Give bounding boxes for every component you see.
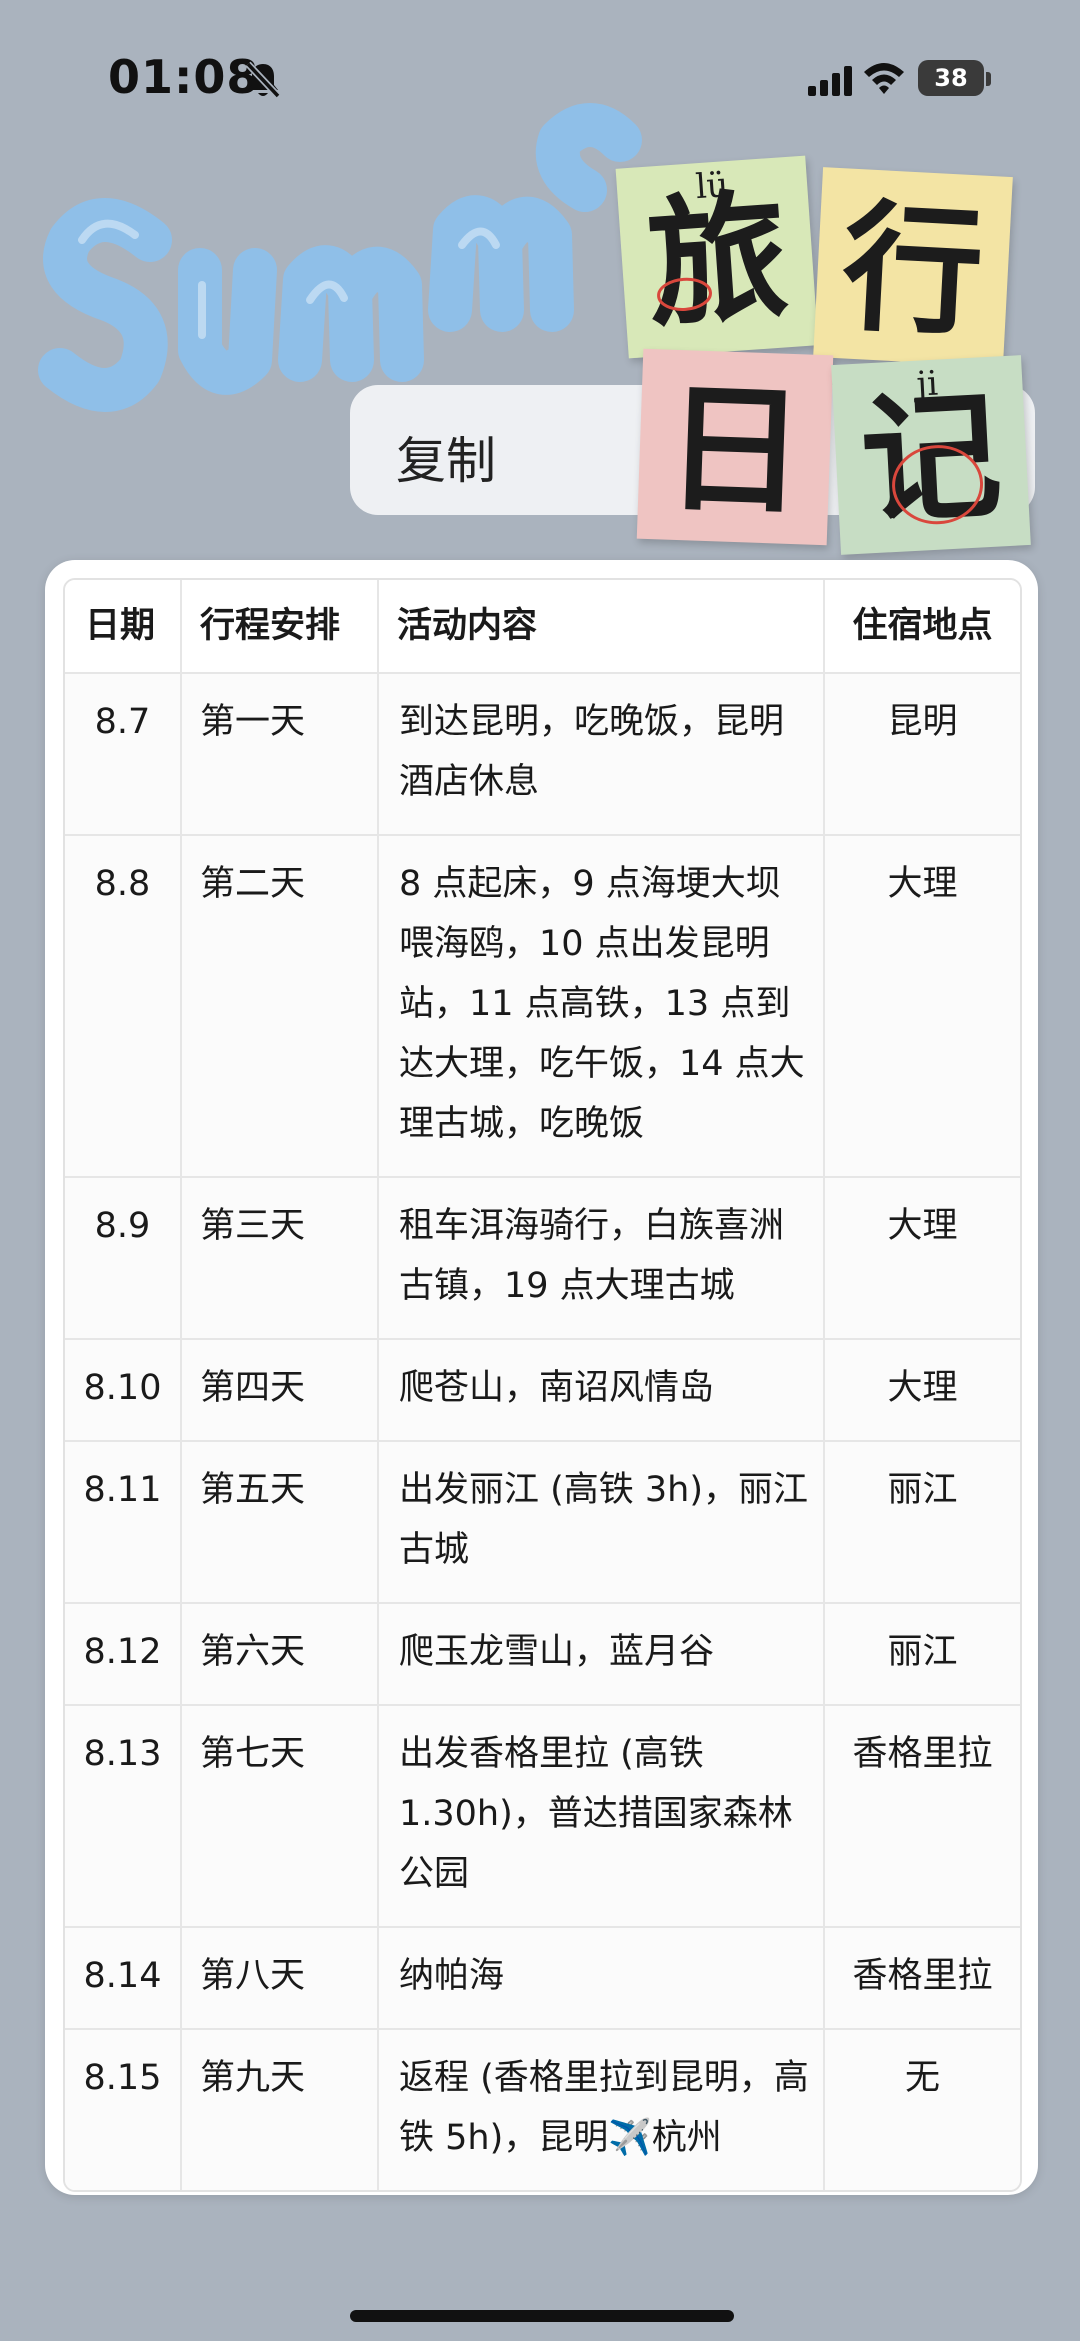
cell-stay: 大理 (824, 835, 1020, 1178)
cell-stay: 大理 (824, 1339, 1020, 1442)
cell-day: 第四天 (181, 1339, 379, 1442)
header-stay: 住宿地点 (824, 580, 1020, 674)
cell-day: 第八天 (181, 1927, 379, 2030)
diary-tile-ri: 日 (636, 348, 834, 546)
home-indicator[interactable] (350, 2310, 734, 2322)
header-date: 日期 (65, 580, 182, 674)
battery-icon: 38 (918, 60, 984, 96)
header-day: 行程安排 (181, 580, 379, 674)
cell-day: 第六天 (181, 1603, 379, 1706)
cell-date: 8.14 (65, 1927, 182, 2030)
wifi-icon (864, 63, 904, 94)
red-circle-icon (892, 445, 984, 525)
table-row: 8.7 第一天 到达昆明，吃晚饭，昆明酒店休息 昆明 (65, 673, 1020, 836)
diary-char-lu: 旅 (641, 174, 793, 348)
cell-activity: 租车洱海骑行，白族喜洲古镇，19 点大理古城 (378, 1177, 825, 1340)
diary-char-xing: 行 (838, 185, 987, 357)
table-row: 8.10 第四天 爬苍山，南诏风情岛 大理 (65, 1339, 1020, 1442)
copy-button[interactable]: 复制 (396, 421, 496, 493)
table-row: 8.14 第八天 纳帕海 香格里拉 (65, 1927, 1020, 2030)
cell-activity: 8 点起床，9 点海埂大坝喂海鸥，10 点出发昆明站，11 点高铁，13 点到达… (378, 835, 825, 1178)
cell-day: 第三天 (181, 1177, 379, 1340)
table-row: 8.8 第二天 8 点起床，9 点海埂大坝喂海鸥，10 点出发昆明站，11 点高… (65, 835, 1020, 1178)
cell-date: 8.15 (65, 2029, 182, 2190)
red-circle-icon (657, 277, 712, 311)
cell-activity: 出发香格里拉 (高铁 1.30h)，普达措国家森林公园 (378, 1705, 825, 1928)
cell-day: 第二天 (181, 835, 379, 1178)
cell-stay: 无 (824, 2029, 1020, 2190)
cell-date: 8.9 (65, 1177, 182, 1340)
cell-stay: 昆明 (824, 673, 1020, 836)
cell-activity: 爬玉龙雪山，蓝月谷 (378, 1603, 825, 1706)
cellular-signal-icon (808, 66, 852, 96)
cell-day: 第五天 (181, 1441, 379, 1604)
diary-char-ri: 日 (662, 366, 808, 536)
cell-date: 8.8 (65, 835, 182, 1178)
battery-level: 38 (934, 64, 968, 92)
table-row: 8.9 第三天 租车洱海骑行，白族喜洲古镇，19 点大理古城 大理 (65, 1177, 1020, 1340)
itinerary-table: 日期 行程安排 活动内容 住宿地点 8.7 第一天 到达昆明，吃晚饭，昆明酒店休… (63, 578, 1022, 2192)
table-row: 8.12 第六天 爬玉龙雪山，蓝月谷 丽江 (65, 1603, 1020, 1706)
diary-tile-ji: ji 记 (831, 355, 1031, 555)
itinerary-card: 日期 行程安排 活动内容 住宿地点 8.7 第一天 到达昆明，吃晚饭，昆明酒店休… (45, 560, 1038, 2195)
cell-date: 8.12 (65, 1603, 182, 1706)
cell-day: 第九天 (181, 2029, 379, 2190)
cell-date: 8.10 (65, 1339, 182, 1442)
cell-day: 第七天 (181, 1705, 379, 1928)
table-row: 8.11 第五天 出发丽江 (高铁 3h)，丽江古城 丽江 (65, 1441, 1020, 1604)
battery-tip (986, 72, 991, 86)
cell-activity: 返程 (香格里拉到昆明，高铁 5h)，昆明✈️杭州 (378, 2029, 825, 2190)
cell-date: 8.7 (65, 673, 182, 836)
cell-activity: 爬苍山，南诏风情岛 (378, 1339, 825, 1442)
cell-date: 8.13 (65, 1705, 182, 1928)
table-row: 8.13 第七天 出发香格里拉 (高铁 1.30h)，普达措国家森林公园 香格里… (65, 1705, 1020, 1928)
cell-activity: 出发丽江 (高铁 3h)，丽江古城 (378, 1441, 825, 1604)
header-activity: 活动内容 (378, 580, 825, 674)
table-row: 8.15 第九天 返程 (香格里拉到昆明，高铁 5h)，昆明✈️杭州 无 (65, 2029, 1020, 2190)
cell-activity: 纳帕海 (378, 1927, 825, 2030)
cell-day: 第一天 (181, 673, 379, 836)
diary-tile-xing: 行 (813, 167, 1013, 367)
cell-stay: 丽江 (824, 1441, 1020, 1604)
cell-date: 8.11 (65, 1441, 182, 1604)
cell-stay: 香格里拉 (824, 1705, 1020, 1928)
diary-tile-lu: lü 旅 (615, 155, 819, 359)
cell-stay: 大理 (824, 1177, 1020, 1340)
cell-stay: 丽江 (824, 1603, 1020, 1706)
cell-stay: 香格里拉 (824, 1927, 1020, 2030)
cell-activity: 到达昆明，吃晚饭，昆明酒店休息 (378, 673, 825, 836)
table-header-row: 日期 行程安排 活动内容 住宿地点 (65, 580, 1020, 674)
